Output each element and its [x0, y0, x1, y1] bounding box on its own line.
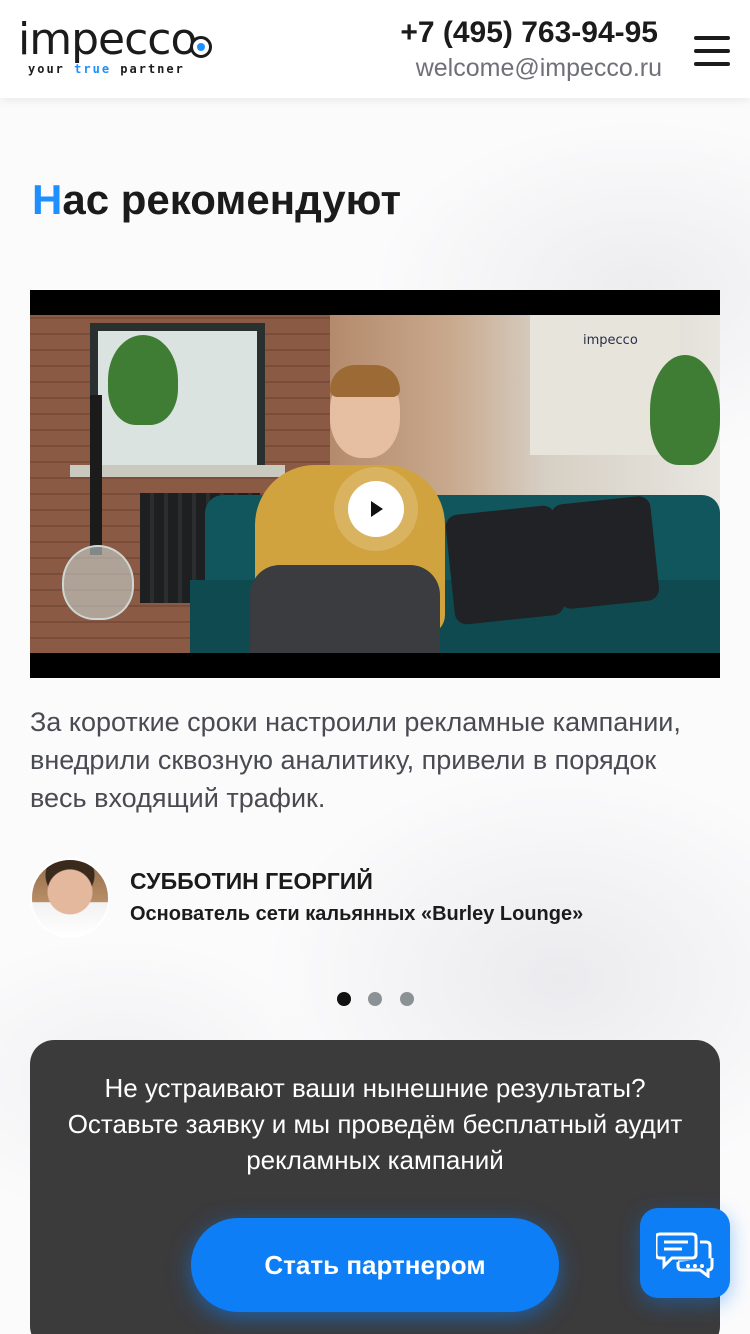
cta-block: Не устраивают ваши нынешние результаты? …: [30, 1040, 720, 1334]
video-watermark-logo: impecco: [583, 333, 638, 348]
logo-tag-your: your: [28, 62, 65, 76]
video-scene-person-hair: [330, 365, 400, 397]
logo-tag-partner: partner: [120, 62, 185, 76]
become-partner-button[interactable]: Стать партнером: [191, 1218, 559, 1312]
testimonial-video[interactable]: impecco: [30, 290, 720, 678]
hamburger-menu-icon[interactable]: [694, 36, 730, 66]
video-scene-hookah-base: [62, 545, 134, 620]
header-phone-link[interactable]: +7 (495) 763-94-95: [400, 16, 658, 50]
slider-dot-2[interactable]: [368, 992, 382, 1006]
author-role: Основатель сети кальянных «Burley Lounge…: [130, 903, 584, 925]
site-logo[interactable]: impecco your true partner: [18, 16, 212, 78]
author-name: СУББОТИН ГЕОРГИЙ: [130, 868, 373, 894]
review-text: За короткие сроки настроили рекламные ка…: [30, 707, 681, 813]
menu-line: [694, 49, 730, 53]
logo-tag-true: true: [74, 62, 112, 76]
menu-line: [694, 36, 730, 40]
section-title: Нас рекомендуют: [32, 176, 401, 224]
section-title-accent: Н: [32, 176, 63, 223]
cta-text: Не устраивают ваши нынешние результаты? …: [67, 1073, 683, 1175]
chat-bubbles-icon: [656, 1232, 714, 1278]
chat-widget-button[interactable]: [640, 1208, 730, 1298]
slider-dot-3[interactable]: [400, 992, 414, 1006]
menu-line: [694, 62, 730, 66]
logo-dot-icon: [190, 36, 212, 58]
review-author: СУББОТИН ГЕОРГИЙ Основатель сети кальянн…: [30, 858, 720, 940]
video-scene-pillow: [444, 504, 566, 626]
logo-tagline: your true partner: [28, 62, 185, 76]
slider-dot-1[interactable]: [337, 992, 351, 1006]
video-scene-plant: [650, 355, 720, 465]
video-thumbnail: impecco: [30, 315, 720, 653]
video-scene-plant: [108, 335, 178, 425]
slider-pagination: [337, 992, 417, 1006]
avatar: [30, 858, 110, 938]
video-scene-hookah: [90, 395, 102, 555]
section-title-rest: ас рекомендуют: [62, 176, 402, 223]
site-header: impecco your true partner +7 (495) 763-9…: [0, 0, 750, 98]
play-icon[interactable]: [348, 481, 404, 537]
video-scene-pillow: [549, 495, 661, 610]
video-scene-person-legs: [250, 565, 440, 653]
video-scene-ledge: [70, 465, 285, 477]
logo-wordmark: impecco: [18, 14, 197, 65]
header-email-link[interactable]: welcome@impecco.ru: [416, 54, 662, 83]
